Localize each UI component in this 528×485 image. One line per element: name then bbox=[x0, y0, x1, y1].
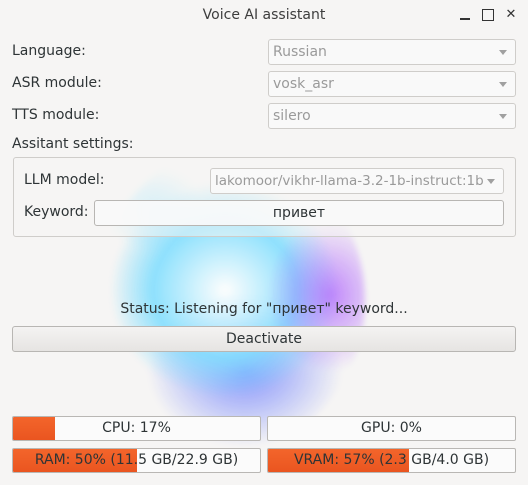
asr-label: ASR module: bbox=[12, 75, 102, 91]
chevron-down-icon bbox=[487, 179, 495, 184]
keyword-input[interactable]: привет bbox=[94, 200, 504, 226]
cpu-meter-text: CPU: 17% bbox=[102, 420, 171, 436]
status-text: Status: Listening for "привет" keyword..… bbox=[120, 301, 408, 317]
chevron-down-icon bbox=[499, 50, 507, 55]
llm-select[interactable]: lakomoor/vikhr-llama-3.2-1b-instruct:1b bbox=[210, 168, 504, 194]
chevron-down-icon bbox=[499, 82, 507, 87]
ram-meter-text: RAM: 50% (11.5 GB/22.9 GB) bbox=[34, 452, 239, 468]
vram-meter: VRAM: 57% (2.3 GB/4.0 GB) bbox=[267, 448, 516, 473]
deactivate-button[interactable]: Deactivate bbox=[12, 326, 516, 352]
language-label: Language: bbox=[12, 43, 86, 59]
asr-value: vosk_asr bbox=[273, 76, 334, 92]
keyword-label: Keyword: bbox=[24, 204, 89, 220]
cpu-meter: CPU: 17% bbox=[12, 416, 261, 441]
tts-value: silero bbox=[273, 108, 311, 124]
maximize-icon[interactable] bbox=[481, 8, 495, 22]
tts-select[interactable]: silero bbox=[268, 103, 516, 129]
chevron-down-icon bbox=[499, 114, 507, 119]
llm-label: LLM model: bbox=[24, 172, 105, 188]
language-select[interactable]: Russian bbox=[268, 39, 516, 65]
gpu-meter-text: GPU: 0% bbox=[361, 420, 422, 436]
language-value: Russian bbox=[273, 44, 327, 60]
close-icon[interactable]: ✕ bbox=[504, 8, 518, 22]
ram-meter: RAM: 50% (11.5 GB/22.9 GB) bbox=[12, 448, 261, 473]
window-title: Voice AI assistant bbox=[202, 7, 326, 23]
gpu-meter: GPU: 0% bbox=[267, 416, 516, 441]
assistant-settings-label: Assitant settings: bbox=[12, 136, 134, 152]
minimize-icon[interactable] bbox=[458, 8, 472, 22]
asr-select[interactable]: vosk_asr bbox=[268, 71, 516, 97]
vram-meter-text: VRAM: 57% (2.3 GB/4.0 GB) bbox=[293, 452, 490, 468]
llm-value: lakomoor/vikhr-llama-3.2-1b-instruct:1b bbox=[215, 173, 484, 189]
tts-label: TTS module: bbox=[12, 107, 100, 123]
